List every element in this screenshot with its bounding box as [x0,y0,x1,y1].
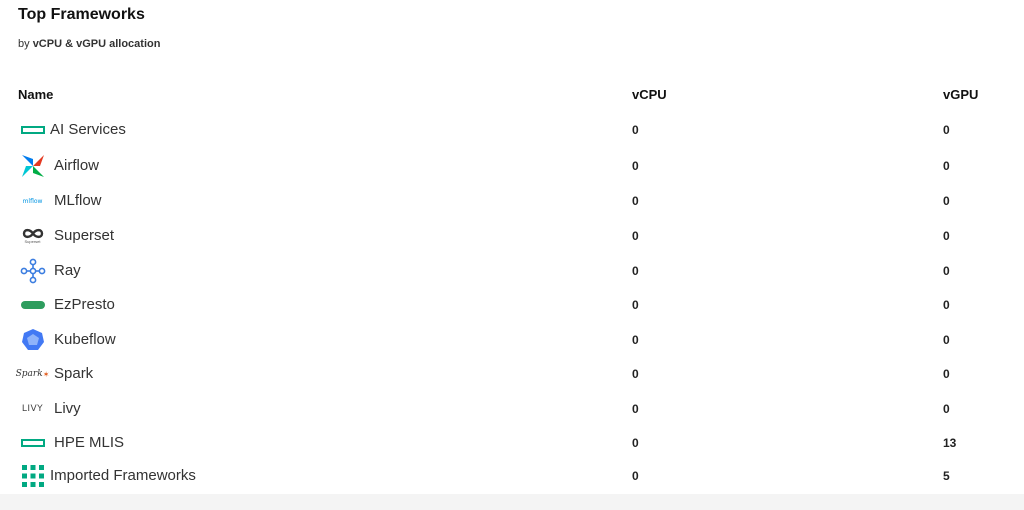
vgpu-value: 0 [943,298,950,312]
column-header-vcpu[interactable]: vCPU [632,87,667,102]
livy-logo-text: LIVY [21,404,44,414]
subtitle-prefix: by [18,38,30,50]
table-row[interactable]: AI Services 0 0 [0,113,1024,147]
table-row[interactable]: Imported Frameworks 0 5 [0,459,1024,493]
superset-icon: Superset [19,219,46,253]
vgpu-value: 0 [943,229,950,243]
subtitle-text: vCPU & vGPU allocation [32,38,161,50]
vcpu-value: 0 [632,469,639,483]
superset-logo-text: Superset [24,239,41,244]
vcpu-value: 0 [632,367,639,381]
spark-icon: Spark ✶ [15,357,50,391]
vgpu-value: 0 [943,194,950,208]
vcpu-value: 0 [632,402,639,416]
vgpu-value: 0 [943,367,950,381]
vgpu-value: 0 [943,159,950,173]
hpe-bar-icon [19,113,46,147]
spark-star: ✶ [42,369,50,379]
mlflow-logo-text: mlflow [22,197,43,205]
top-frameworks-panel: Top Frameworks by vCPU & vGPU allocation… [0,0,1024,494]
table-row[interactable]: Superset Superset 0 0 [0,219,1024,253]
table-row[interactable]: Airflow 0 0 [0,149,1024,183]
ezpresto-icon [19,288,46,322]
table-row[interactable]: Ray 0 0 [0,254,1024,288]
framework-name: AI Services [50,121,126,138]
footer-strip [0,494,1024,510]
spark-logo-text: Spark [15,369,43,379]
vgpu-value: 0 [943,402,950,416]
vcpu-value: 0 [632,229,639,243]
panel-title: Top Frameworks [18,6,145,23]
table-row[interactable]: Kubeflow 0 0 [0,323,1024,357]
hpe-bar-icon [19,426,46,460]
framework-name: EzPresto [54,296,115,313]
column-header-vgpu[interactable]: vGPU [943,87,978,102]
framework-name: Kubeflow [54,331,116,348]
table-row[interactable]: EzPresto 0 0 [0,288,1024,322]
table-row[interactable]: Spark ✶ Spark 0 0 [0,357,1024,391]
framework-name: Superset [54,227,115,244]
table-row[interactable]: mlflow MLflow 0 0 [0,184,1024,218]
vcpu-value: 0 [632,264,639,278]
panel-subtitle: by vCPU & vGPU allocation [18,38,160,50]
framework-name: HPE MLIS [54,434,125,451]
vgpu-value: 5 [943,469,950,483]
vgpu-value: 13 [943,436,957,450]
ray-icon [19,254,46,288]
airflow-icon [19,149,46,183]
mlflow-icon: mlflow [19,184,46,218]
livy-icon: LIVY [19,392,46,426]
vcpu-value: 0 [632,159,639,173]
table-row[interactable]: HPE MLIS 0 13 [0,426,1024,460]
framework-name: Spark [54,365,94,382]
framework-name: Airflow [54,157,100,174]
framework-name: Imported Frameworks [50,467,196,484]
column-header-name[interactable]: Name [18,87,53,102]
vcpu-value: 0 [632,333,639,347]
vgpu-value: 0 [943,333,950,347]
vcpu-value: 0 [632,194,639,208]
vcpu-value: 0 [632,123,639,137]
framework-name: Livy [54,400,81,417]
vcpu-value: 0 [632,298,639,312]
vcpu-value: 0 [632,436,639,450]
vgpu-value: 0 [943,264,950,278]
framework-name: Ray [54,262,81,279]
vgpu-value: 0 [943,123,950,137]
table-row[interactable]: LIVY Livy 0 0 [0,392,1024,426]
grid-dots-icon [19,459,46,493]
framework-name: MLflow [54,192,102,209]
kubeflow-icon [19,323,46,357]
